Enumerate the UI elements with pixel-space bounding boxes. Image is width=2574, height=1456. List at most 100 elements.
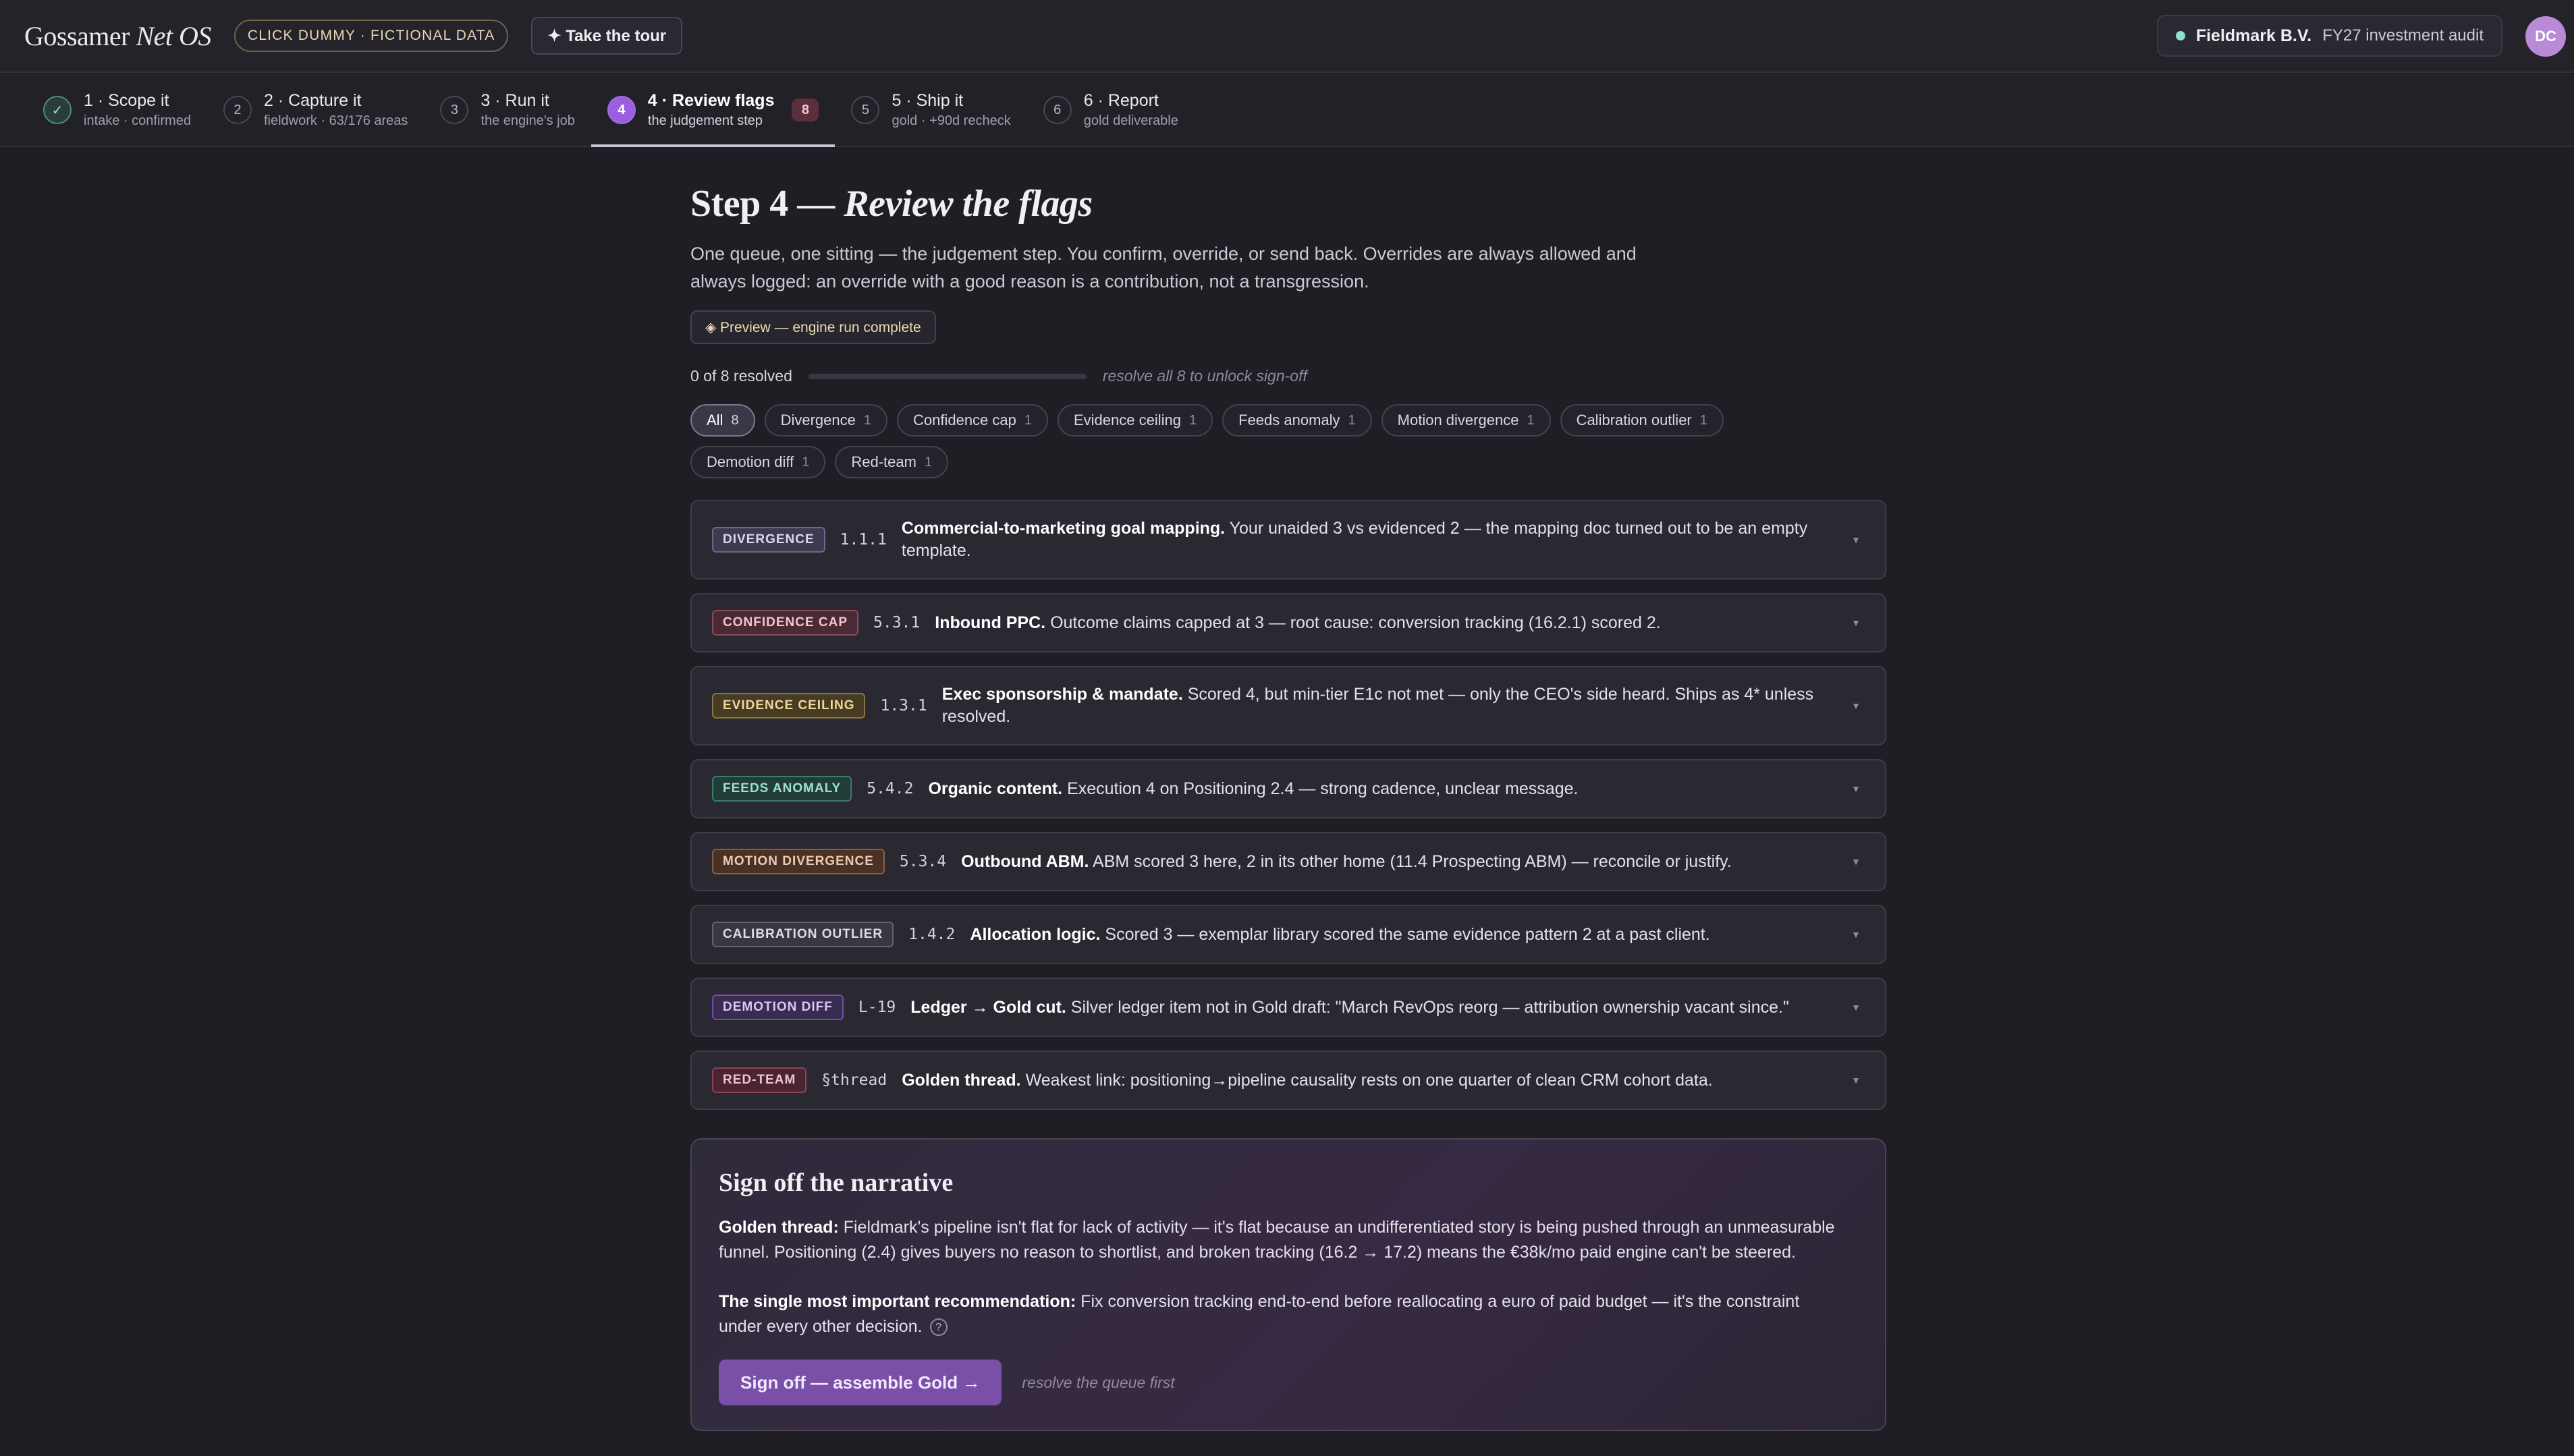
- flag-item-demotion-diff[interactable]: DEMOTION DIFF L-19 Ledger → Gold cut. Si…: [690, 978, 1886, 1037]
- filter-count: 8: [731, 412, 739, 428]
- chevron-down-icon[interactable]: ▼: [1851, 929, 1861, 940]
- filter-count: 1: [1024, 412, 1032, 428]
- flag-item-motion-divergence[interactable]: MOTION DIVERGENCE 5.3.4 Outbound ABM. AB…: [690, 832, 1886, 891]
- flag-ref: 5.3.1: [873, 614, 921, 632]
- filter-label: Evidence ceiling: [1074, 412, 1181, 428]
- golden-thread-text: Fieldmark's pipeline isn't flat for lack…: [719, 1218, 1835, 1262]
- step-ship[interactable]: 5 5 · Ship it gold · +90d recheck: [835, 74, 1026, 146]
- flag-type-badge: EVIDENCE CEILING: [712, 693, 866, 719]
- flag-title: Golden thread.: [902, 1070, 1021, 1090]
- filter-all[interactable]: All 8: [690, 404, 755, 437]
- chevron-down-icon[interactable]: ▼: [1851, 617, 1861, 628]
- step-title: 3 · Run it: [481, 91, 549, 110]
- filter-count: 1: [863, 412, 871, 428]
- filter-divergence[interactable]: Divergence 1: [764, 404, 887, 437]
- filter-evidence-ceiling[interactable]: Evidence ceiling 1: [1058, 404, 1213, 437]
- step-subtitle: the judgement step: [647, 113, 763, 128]
- client-name: Fieldmark B.V.: [2195, 26, 2312, 45]
- step-title: 1 · Scope it: [84, 91, 169, 110]
- flag-message: Outbound ABM. ABM scored 3 here, 2 in it…: [961, 851, 1732, 873]
- brand-name: Gossamer: [24, 20, 130, 51]
- chevron-down-icon[interactable]: ▼: [1851, 534, 1861, 545]
- flag-title: Ledger → Gold cut.: [910, 997, 1066, 1017]
- filter-count: 1: [924, 454, 933, 470]
- flag-type-badge: RED-TEAM: [712, 1067, 807, 1093]
- filter-count: 1: [1527, 412, 1535, 428]
- sign-off-button[interactable]: Sign off — assemble Gold →: [719, 1360, 1002, 1405]
- filter-label: Calibration outlier: [1576, 412, 1692, 428]
- filter-count: 1: [802, 454, 810, 470]
- step-number: 3: [440, 96, 469, 124]
- flag-queue: DIVERGENCE 1.1.1 Commercial-to-marketing…: [690, 500, 1886, 1110]
- progress-bar: [808, 373, 1087, 379]
- workflow-steps: ✓ 1 · Scope it intake · confirmed 2 2 · C…: [0, 74, 2574, 147]
- filter-label: All: [707, 412, 723, 428]
- step-number: 2: [223, 96, 252, 124]
- filter-count: 1: [1348, 412, 1356, 428]
- step-report[interactable]: 6 6 · Report gold deliverable: [1027, 74, 1195, 146]
- flag-ref: L-19: [858, 999, 896, 1016]
- step-scope[interactable]: ✓ 1 · Scope it intake · confirmed: [27, 74, 207, 146]
- signoff-title: Sign off the narrative: [719, 1169, 954, 1197]
- engagement-name: FY27 investment audit: [2322, 26, 2484, 45]
- flag-text: Outcome claims capped at 3 — root cause:…: [1045, 613, 1661, 632]
- signoff-card: Sign off the narrative Golden thread: Fi…: [690, 1138, 1886, 1431]
- take-tour-button[interactable]: ✦ Take the tour: [531, 17, 683, 55]
- page-title-prefix: Step 4 —: [690, 183, 844, 225]
- filter-demotion-diff[interactable]: Demotion diff 1: [690, 446, 826, 478]
- chevron-down-icon[interactable]: ▼: [1851, 700, 1861, 711]
- flag-title: Outbound ABM.: [961, 851, 1089, 871]
- flag-filters: All 8 Divergence 1 Confidence cap 1 Evidenc…: [690, 404, 1784, 478]
- chevron-down-icon[interactable]: ▼: [1851, 856, 1861, 867]
- filter-label: Demotion diff: [707, 453, 794, 470]
- flag-text: Silver ledger item not in Gold draft: "M…: [1066, 997, 1789, 1017]
- demo-data-badge: CLICK DUMMY · FICTIONAL DATA: [234, 20, 509, 52]
- step-capture[interactable]: 2 2 · Capture it fieldwork · 63/176 areas: [207, 74, 424, 146]
- step-subtitle: gold deliverable: [1083, 113, 1178, 128]
- flag-type-badge: CONFIDENCE CAP: [712, 610, 859, 636]
- page-title-emphasis: Review the flags: [844, 183, 1093, 225]
- help-circle-icon[interactable]: ?: [929, 1318, 948, 1337]
- filter-motion-divergence[interactable]: Motion divergence 1: [1381, 404, 1551, 437]
- flag-type-badge: DEMOTION DIFF: [712, 995, 844, 1020]
- flag-message: Ledger → Gold cut. Silver ledger item no…: [910, 997, 1789, 1019]
- step-number: 4: [607, 96, 636, 124]
- brand-logo[interactable]: Gossamer Net OS: [24, 20, 211, 52]
- filter-calibration-outlier[interactable]: Calibration outlier 1: [1560, 404, 1724, 437]
- chevron-down-icon[interactable]: ▼: [1851, 783, 1861, 794]
- user-avatar[interactable]: DC: [2525, 16, 2566, 57]
- flag-item-confidence-cap[interactable]: CONFIDENCE CAP 5.3.1 Inbound PPC. Outcom…: [690, 593, 1886, 652]
- filter-label: Feeds anomaly: [1238, 412, 1340, 428]
- filter-count: 1: [1699, 412, 1707, 428]
- flag-item-evidence-ceiling[interactable]: EVIDENCE CEILING 1.3.1 Exec sponsorship …: [690, 666, 1886, 746]
- flag-message: Exec sponsorship & mandate. Scored 4, bu…: [942, 683, 1844, 728]
- filter-confidence-cap[interactable]: Confidence cap 1: [896, 404, 1048, 437]
- check-icon: ✓: [43, 96, 72, 124]
- client-switcher[interactable]: Fieldmark B.V. FY27 investment audit: [2156, 15, 2502, 57]
- flag-ref: 5.3.4: [899, 853, 947, 870]
- filter-label: Confidence cap: [912, 412, 1016, 428]
- chevron-down-icon[interactable]: ▼: [1851, 1002, 1861, 1013]
- flag-item-feeds-anomaly[interactable]: FEEDS ANOMALY 5.4.2 Organic content. Exe…: [690, 759, 1886, 818]
- step-title: 6 · Report: [1083, 91, 1159, 110]
- step-run[interactable]: 3 3 · Run it the engine's job: [424, 74, 591, 146]
- flag-type-badge: FEEDS ANOMALY: [712, 776, 852, 802]
- brand-suffix: Net OS: [136, 20, 211, 51]
- top-bar: Gossamer Net OS CLICK DUMMY · FICTIONAL …: [0, 0, 2574, 73]
- flag-type-badge: DIVERGENCE: [712, 527, 825, 553]
- chevron-down-icon[interactable]: ▼: [1851, 1075, 1861, 1086]
- flag-ref: 1.3.1: [880, 697, 927, 715]
- filter-red-team[interactable]: Red-team 1: [835, 446, 949, 478]
- signoff-hint: resolve the queue first: [1022, 1373, 1175, 1391]
- flag-item-calibration-outlier[interactable]: CALIBRATION OUTLIER 1.4.2 Allocation log…: [690, 905, 1886, 964]
- flag-count-badge: 8: [792, 99, 819, 121]
- recommendation-label: The single most important recommendation…: [719, 1292, 1076, 1311]
- step-review-flags[interactable]: 4 4 · Review flags the judgement step 8: [591, 74, 836, 147]
- flag-title: Organic content.: [928, 779, 1063, 798]
- flag-item-red-team[interactable]: RED-TEAM §thread Golden thread. Weakest …: [690, 1051, 1886, 1110]
- flag-item-divergence[interactable]: DIVERGENCE 1.1.1 Commercial-to-marketing…: [690, 500, 1886, 580]
- key-recommendation: The single most important recommendation…: [719, 1289, 1839, 1339]
- engine-status-badge: ◈ Preview — engine run complete: [690, 310, 936, 344]
- filter-feeds-anomaly[interactable]: Feeds anomaly 1: [1222, 404, 1372, 437]
- flag-type-badge: CALIBRATION OUTLIER: [712, 922, 894, 947]
